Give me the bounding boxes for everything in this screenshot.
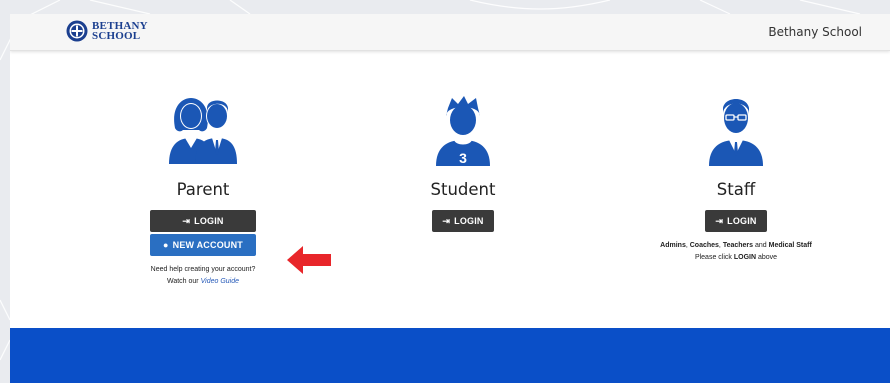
footer-band — [10, 328, 890, 383]
staff-note-line: Please click LOGIN above — [636, 252, 836, 264]
school-logo[interactable]: BETHANY SCHOOL — [66, 20, 148, 42]
staff-help-text: Admins, Coaches, Teachers and Medical St… — [636, 240, 836, 264]
video-guide-link[interactable]: Video Guide — [201, 278, 239, 285]
red-arrow-icon — [287, 246, 331, 274]
staff-card: Staff ⇥ LOGIN Admins, Coaches, Teachers a… — [636, 94, 836, 264]
student-title: Student — [430, 180, 496, 199]
help-line-2: Watch our Video Guide — [128, 276, 278, 288]
parent-login-label: LOGIN — [194, 216, 224, 226]
school-name-link[interactable]: Bethany School — [768, 25, 862, 39]
parent-new-account-button[interactable]: ● NEW ACCOUNT — [150, 234, 256, 256]
role-teachers: Teachers — [722, 242, 754, 249]
login-icon: ⇥ — [715, 216, 724, 226]
plus-icon: ● — [163, 240, 169, 250]
login-icon: ⇥ — [442, 216, 451, 226]
staff-title: Staff — [716, 180, 756, 199]
parent-help-text: Need help creating your account? Watch o… — [128, 264, 278, 288]
role-medical-staff: Medical Staff — [768, 242, 812, 249]
staff-login-label: LOGIN — [727, 216, 757, 226]
student-login-button[interactable]: ⇥ LOGIN — [432, 210, 494, 232]
jersey-number: 3 — [459, 150, 467, 166]
note-prefix: Please click — [694, 254, 734, 261]
school-seal-icon — [66, 20, 88, 42]
role-admins: Admins — [660, 242, 686, 249]
student-login-label: LOGIN — [454, 216, 484, 226]
parents-icon — [169, 98, 237, 164]
note-suffix: above — [756, 254, 778, 261]
roles-and: and — [753, 242, 769, 249]
parent-title: Parent — [176, 180, 230, 199]
logo-wordmark: BETHANY SCHOOL — [92, 21, 148, 42]
staff-login-button[interactable]: ⇥ LOGIN — [705, 210, 767, 232]
parent-new-account-label: NEW ACCOUNT — [172, 240, 243, 250]
note-login: LOGIN — [733, 254, 757, 261]
role-coaches: Coaches — [689, 242, 719, 249]
staff-icon — [709, 99, 763, 166]
student-card: 3 Student ⇥ LOGIN — [403, 94, 523, 232]
parent-card: Parent ⇥ LOGIN ● NEW ACCOUNT Need help cre… — [128, 94, 278, 288]
top-navbar: BETHANY SCHOOL Bethany School — [10, 14, 890, 51]
student-icon: 3 — [436, 96, 490, 166]
staff-roles-line: Admins, Coaches, Teachers and Medical St… — [636, 240, 836, 252]
help-line-1: Need help creating your account? — [150, 266, 256, 273]
parent-login-button[interactable]: ⇥ LOGIN — [150, 210, 256, 232]
help-prefix: Watch our — [167, 278, 199, 285]
logo-line-2: SCHOOL — [92, 30, 141, 42]
login-page: BETHANY SCHOOL Bethany School Parent ⇥ L… — [10, 14, 890, 383]
login-icon: ⇥ — [182, 216, 191, 226]
